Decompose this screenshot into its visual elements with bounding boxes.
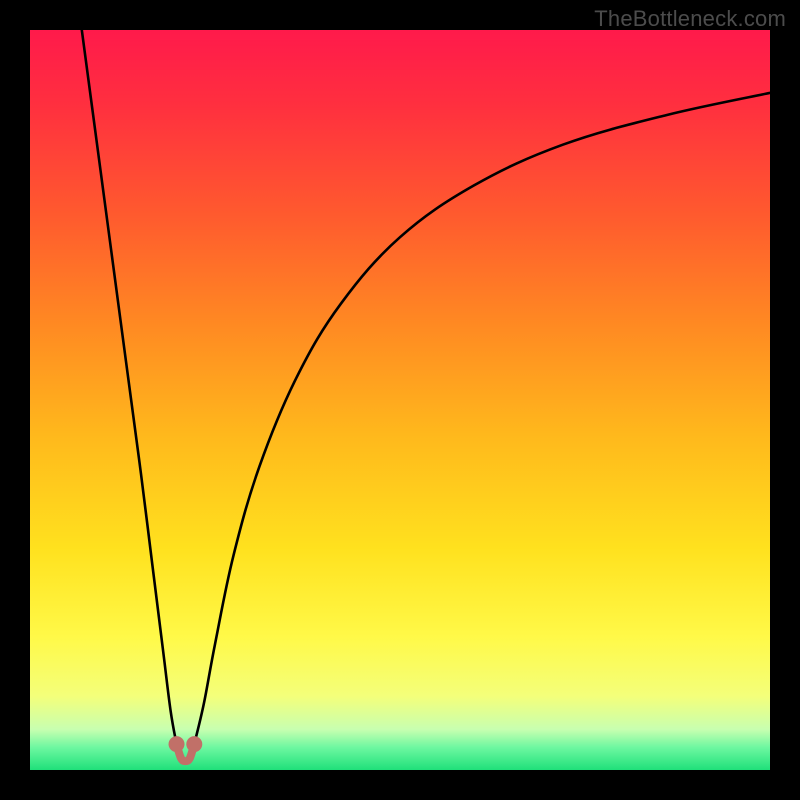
chart-frame: TheBottleneck.com: [0, 0, 800, 800]
valley-right-dot: [186, 736, 202, 752]
watermark-text: TheBottleneck.com: [594, 6, 786, 32]
valley-left-dot: [169, 736, 185, 752]
bottleneck-chart: [0, 0, 800, 800]
plot-background: [30, 30, 770, 770]
